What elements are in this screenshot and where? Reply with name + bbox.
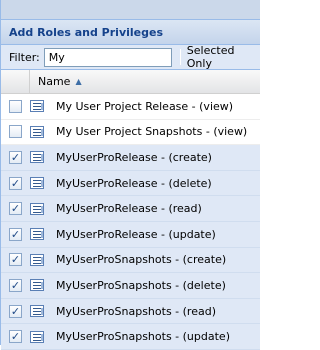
role-icon-cell xyxy=(30,305,48,318)
role-name: My User Project Snapshots - (view) xyxy=(56,125,248,139)
table-row[interactable]: ✓ MyUserProRelease - (create) xyxy=(1,145,260,171)
row-checkbox-cell: ✓ xyxy=(1,150,30,164)
role-icon-cell xyxy=(30,253,48,266)
row-checkbox-cell: ✓ xyxy=(1,227,30,241)
toolbar-separator xyxy=(179,49,181,65)
table-row[interactable]: ✓ MyUserProSnapshots - (delete) xyxy=(1,273,260,299)
row-checkbox-cell: ✓ xyxy=(1,278,30,292)
panel-title: Add Roles and Privileges xyxy=(9,25,163,39)
table-row[interactable]: ✓ MyUserProSnapshots - (read) xyxy=(1,298,260,325)
role-name: My User Project Release - (view) xyxy=(56,99,234,113)
sort-ascending-icon: ▲ xyxy=(75,77,82,86)
row-checkbox-cell: ✓ xyxy=(1,176,30,190)
table-row[interactable]: My User Project Snapshots - (view) xyxy=(1,120,260,146)
role-name: MyUserProRelease - (read) xyxy=(56,202,202,216)
table-row[interactable]: ✓ MyUserProRelease - (read) xyxy=(1,196,260,222)
role-icon-cell xyxy=(30,202,48,215)
role-icon xyxy=(30,279,44,292)
role-icon xyxy=(30,151,44,164)
role-name: MyUserProRelease - (update) xyxy=(56,227,216,241)
table-row[interactable]: ✓ MyUserProSnapshots - (update) xyxy=(1,324,260,350)
role-icon xyxy=(30,253,44,266)
add-roles-dialog: Add Roles and Privileges Filter: Selecte… xyxy=(0,0,260,350)
role-icon-cell xyxy=(30,177,48,190)
role-name: MyUserProSnapshots - (read) xyxy=(56,304,216,318)
table-row[interactable]: ✓ MyUserProRelease - (delete) xyxy=(1,170,260,197)
role-icon xyxy=(30,202,44,215)
role-icon-cell xyxy=(30,228,48,241)
role-icon xyxy=(30,305,44,318)
grid-header: Name ▲ xyxy=(1,69,260,94)
role-icon xyxy=(30,228,44,241)
role-icon-cell xyxy=(30,125,48,138)
row-checkbox-cell: ✓ xyxy=(1,330,30,344)
role-icon-cell xyxy=(30,100,48,113)
row-checkbox-cell: ✓ xyxy=(1,253,30,267)
table-row[interactable]: ✓ MyUserProSnapshots - (create) xyxy=(1,247,260,274)
checkbox-icon[interactable]: ✓ xyxy=(9,278,22,292)
filter-input[interactable] xyxy=(43,47,172,67)
role-name: MyUserProRelease - (create) xyxy=(56,150,212,164)
role-icon xyxy=(30,330,44,343)
filter-toolbar: Filter: Selected Only xyxy=(1,44,260,70)
checkbox-icon[interactable]: ✓ xyxy=(9,176,22,190)
checkbox-icon[interactable]: ✓ xyxy=(9,227,22,241)
select-all-header[interactable] xyxy=(1,69,30,94)
role-icon xyxy=(30,100,44,113)
role-name: MyUserProSnapshots - (delete) xyxy=(56,278,226,292)
checkbox-icon[interactable]: ✓ xyxy=(9,304,22,318)
role-icon-cell xyxy=(30,330,48,343)
role-name: MyUserProSnapshots - (update) xyxy=(56,330,230,344)
column-header-name-label: Name xyxy=(38,75,71,88)
row-checkbox-cell xyxy=(1,99,30,113)
role-name: MyUserProRelease - (delete) xyxy=(56,176,212,190)
table-row[interactable]: My User Project Release - (view) xyxy=(1,94,260,120)
column-header-name[interactable]: Name ▲ xyxy=(30,70,260,94)
row-checkbox-cell xyxy=(1,125,30,139)
checkbox-icon[interactable] xyxy=(9,125,22,139)
checkbox-icon[interactable]: ✓ xyxy=(9,253,22,267)
role-icon-cell xyxy=(30,151,48,164)
role-icon xyxy=(30,125,44,138)
role-name: MyUserProSnapshots - (create) xyxy=(56,253,227,267)
row-checkbox-cell: ✓ xyxy=(1,304,30,318)
filter-label: Filter: xyxy=(9,50,40,64)
grid-body: My User Project Release - (view) My User … xyxy=(1,94,260,350)
row-checkbox-cell: ✓ xyxy=(1,202,30,216)
checkbox-icon[interactable]: ✓ xyxy=(9,150,22,164)
checkbox-icon[interactable]: ✓ xyxy=(9,330,22,344)
checkbox-icon[interactable]: ✓ xyxy=(9,202,22,216)
checkbox-icon[interactable] xyxy=(9,99,22,113)
selected-only-button[interactable]: Selected Only xyxy=(187,44,260,70)
panel-header: Add Roles and Privileges xyxy=(1,20,260,45)
role-icon xyxy=(30,177,44,190)
role-icon-cell xyxy=(30,279,48,292)
top-strip xyxy=(1,0,260,20)
table-row[interactable]: ✓ MyUserProRelease - (update) xyxy=(1,221,260,248)
